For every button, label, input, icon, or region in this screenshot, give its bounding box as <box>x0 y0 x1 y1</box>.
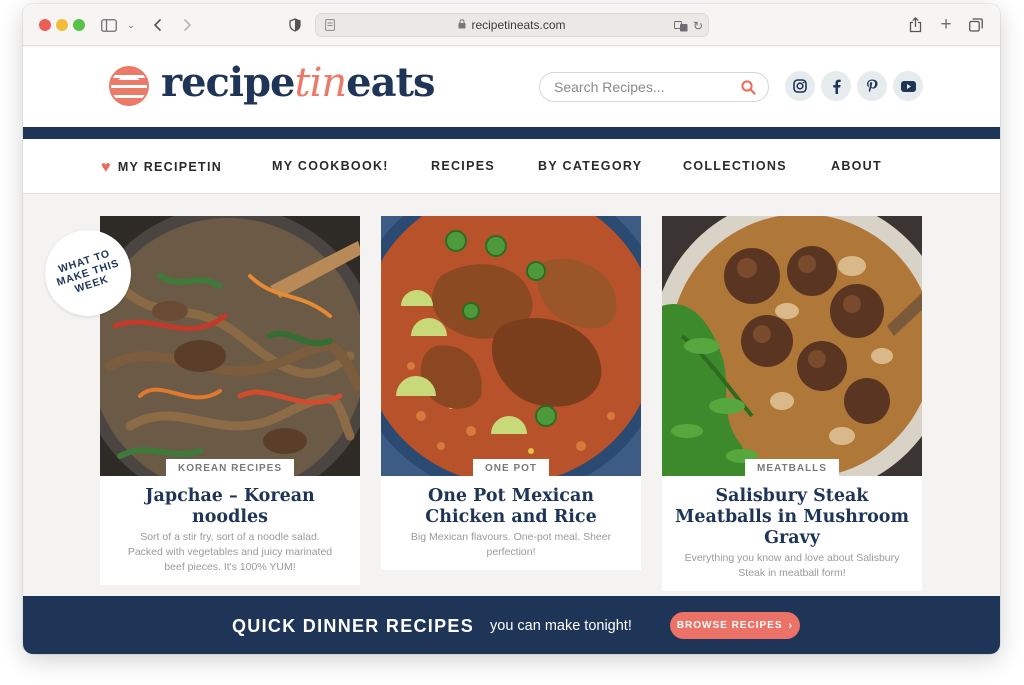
sidebar-toggle-icon[interactable] <box>100 15 118 35</box>
search-input[interactable] <box>554 79 724 95</box>
recipe-image-japchae[interactable]: KOREAN RECIPES <box>100 216 360 476</box>
instagram-icon[interactable] <box>785 71 815 101</box>
nav-item-my-cookbook[interactable]: MY COOKBOOK! <box>272 159 389 173</box>
recipe-image-mexican-chicken[interactable]: ONE POT <box>381 216 641 476</box>
pinterest-icon[interactable] <box>857 71 887 101</box>
button-label: BROWSE RECIPES <box>676 620 783 631</box>
nav-item-by-category[interactable]: BY CATEGORY <box>538 159 642 173</box>
badge-text: WHAT TO MAKE THIS WEEK <box>42 243 135 304</box>
zoom-window-button[interactable] <box>73 19 85 31</box>
logo-text-eats: eats <box>346 59 435 106</box>
site-header: recipetineats <box>23 47 1000 127</box>
heart-icon: ♥ <box>101 159 112 176</box>
reload-icon[interactable]: ↻ <box>692 16 704 36</box>
what-to-make-badge: WHAT TO MAKE THIS WEEK <box>45 230 131 316</box>
header-divider-band <box>23 127 1000 139</box>
browser-toolbar: ⌄ recipetineats.com ↻ + <box>23 4 1000 46</box>
tab-overview-icon[interactable] <box>968 15 984 35</box>
back-icon[interactable] <box>150 15 164 35</box>
logo-mark-icon[interactable] <box>109 66 149 106</box>
main-nav: ♥ MY RECIPETIN MY COOKBOOK! RECIPES BY CA… <box>23 139 1000 194</box>
page-icon <box>324 18 336 32</box>
address-bar[interactable]: recipetineats.com ↻ <box>315 13 709 37</box>
browse-recipes-button[interactable]: BROWSE RECIPES › <box>670 612 800 639</box>
search-icon[interactable] <box>741 80 756 95</box>
quick-dinner-banner: QUICK DINNER RECIPES you can make tonigh… <box>23 596 1000 654</box>
site-logo[interactable]: recipetineats <box>161 59 436 107</box>
youtube-icon[interactable] <box>893 71 923 101</box>
recipe-description: Everything you know and love about Salis… <box>684 552 900 579</box>
lock-icon <box>458 18 466 32</box>
banner-title: QUICK DINNER RECIPES <box>232 616 475 636</box>
facebook-icon[interactable] <box>821 71 851 101</box>
recipe-title[interactable]: Japchae – Korean noodles <box>100 476 360 530</box>
category-tag[interactable]: KOREAN RECIPES <box>165 459 295 476</box>
banner-subtitle: you can make tonight! <box>490 618 632 634</box>
chevron-down-icon[interactable]: ⌄ <box>126 15 136 35</box>
forward-icon[interactable] <box>180 15 194 35</box>
browser-window: ⌄ recipetineats.com ↻ + recipetineats Se… <box>23 4 1000 654</box>
privacy-shield-icon[interactable] <box>288 15 302 35</box>
recipe-title[interactable]: Salisbury Steak Meatballs in Mushroom Gr… <box>662 476 922 551</box>
share-icon[interactable] <box>907 15 923 35</box>
nav-item-my-recipetin[interactable]: ♥ MY RECIPETIN <box>101 159 222 177</box>
nav-item-recipes[interactable]: RECIPES <box>431 159 495 173</box>
new-tab-icon[interactable]: + <box>938 14 954 35</box>
url-text: recipetineats.com <box>471 18 566 32</box>
recipe-card-japchae[interactable]: KOREAN RECIPES Japchae – Korean noodles … <box>100 216 360 585</box>
category-tag[interactable]: ONE POT <box>472 459 550 476</box>
chevron-right-icon: › <box>788 619 794 632</box>
nav-label: MY RECIPETIN <box>117 160 223 174</box>
recipe-card-salisbury-steak[interactable]: MEATBALLS Salisbury Steak Meatballs in M… <box>662 216 922 591</box>
recipe-description: Big Mexican flavours. One-pot meal. Shee… <box>410 531 612 558</box>
recipe-card-mexican-chicken[interactable]: ONE POT One Pot Mexican Chicken and Rice… <box>381 216 641 570</box>
recipe-title[interactable]: One Pot Mexican Chicken and Rice <box>381 476 641 530</box>
nav-item-collections[interactable]: COLLECTIONS <box>683 159 787 173</box>
translate-icon[interactable] <box>674 16 688 36</box>
search-box <box>539 72 769 102</box>
logo-text-tin: tin <box>294 60 348 106</box>
nav-item-about[interactable]: ABOUT <box>831 159 882 173</box>
logo-text-recipe: recipe <box>161 59 295 106</box>
close-window-button[interactable] <box>39 19 51 31</box>
recipe-description: Sort of a stir fry, sort of a noodle sal… <box>127 531 333 573</box>
recipe-image-salisbury-steak[interactable]: MEATBALLS <box>662 216 922 476</box>
category-tag[interactable]: MEATBALLS <box>745 459 839 476</box>
minimize-window-button[interactable] <box>56 19 68 31</box>
